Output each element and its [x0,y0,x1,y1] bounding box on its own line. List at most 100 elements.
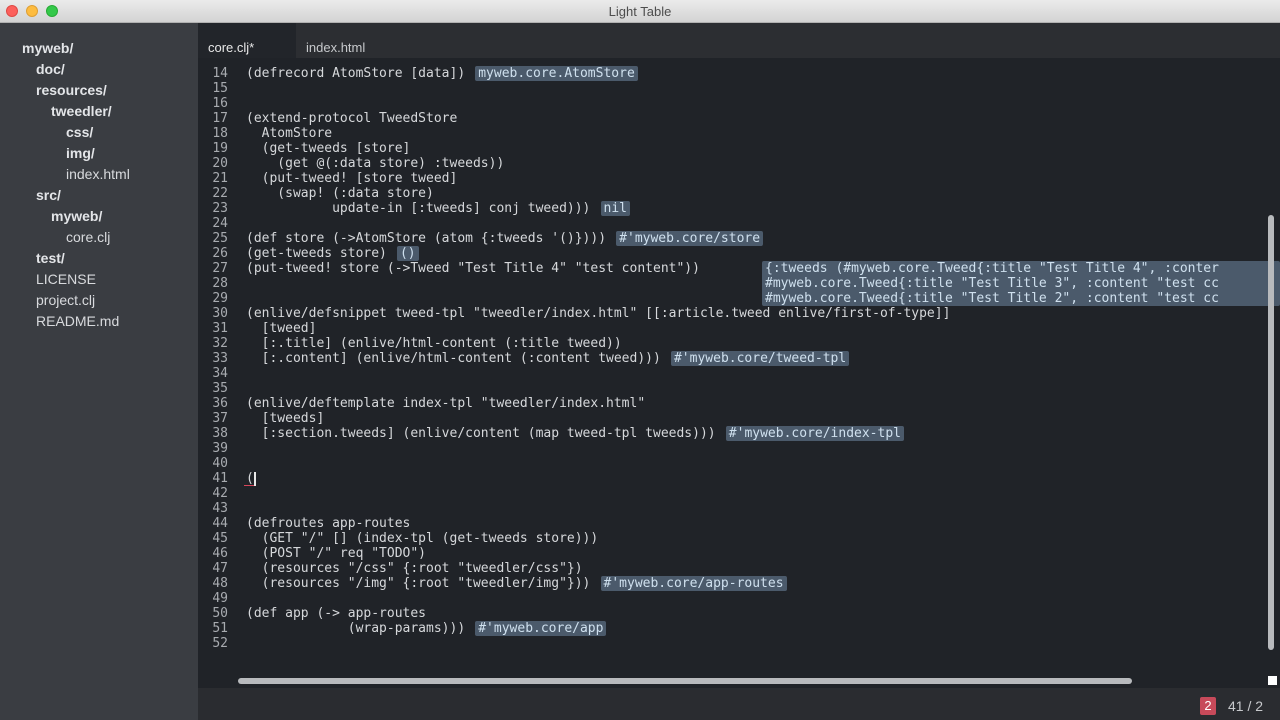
line-number: 29 [212,291,228,306]
tree-file-readme[interactable]: README.md [36,312,119,330]
line-number: 50 [212,606,228,621]
line-number: 30 [212,306,228,321]
line-number: 35 [212,381,228,396]
code-line[interactable]: (defroutes app-routes [246,516,410,531]
inline-eval-result[interactable]: {:tweeds (#myweb.core.Tweed{:title "Test… [762,261,1280,306]
line-number: 46 [212,546,228,561]
line-number: 19 [212,141,228,156]
tree-file-license[interactable]: LICENSE [36,270,96,288]
line-number: 40 [212,456,228,471]
code-line[interactable]: (enlive/defsnippet tweed-tpl "tweedler/i… [246,306,950,321]
cursor-position: 41 / 2 [1228,698,1264,714]
tree-file-core-clj[interactable]: core.clj [66,228,110,246]
code-line[interactable]: (GET "/" [] (index-tpl (get-tweeds store… [246,531,599,546]
line-number: 18 [212,126,228,141]
code-line[interactable]: (POST "/" req "TODO") [246,546,426,561]
line-number: 47 [212,561,228,576]
code-line[interactable]: (enlive/deftemplate index-tpl "tweedler/… [246,396,645,411]
line-number: 27 [212,261,228,276]
inline-eval-result[interactable]: #'myweb.core/app-routes [600,576,787,591]
line-number: 15 [212,81,228,96]
inline-eval-result[interactable]: #'myweb.core/app [475,621,607,636]
line-number: 28 [212,276,228,291]
tree-folder-myweb[interactable]: myweb/ [22,39,73,57]
syntax-error-underline [244,485,254,486]
tree-folder-test[interactable]: test/ [36,249,65,267]
line-number: 25 [212,231,228,246]
line-number: 33 [212,351,228,366]
line-number: 14 [212,66,228,81]
tree-folder-img[interactable]: img/ [66,144,95,162]
code-line[interactable]: (resources "/img" {:root "tweedler/img"}… [246,576,591,591]
code-line[interactable]: (put-tweed! store (->Tweed "Test Title 4… [246,261,700,276]
line-number: 48 [212,576,228,591]
code-line[interactable]: (get-tweeds [store] [246,141,411,156]
error-count-badge[interactable]: 2 [1200,697,1216,715]
code-line[interactable]: [:.title] (enlive/html-content (:title t… [246,336,622,351]
code-line[interactable]: update-in [:tweeds] conj tweed))) [246,201,590,216]
tab-bar: core.clj* index.html [198,23,1280,58]
code-line[interactable]: (get-tweeds store) [246,246,387,261]
inline-eval-result[interactable]: #'myweb.core/index-tpl [725,426,904,441]
line-number: 37 [212,411,228,426]
line-number: 52 [212,636,228,651]
line-number: 42 [212,486,228,501]
tab-index-html[interactable]: index.html [296,23,375,58]
line-number: 31 [212,321,228,336]
code-line[interactable]: (defrecord AtomStore [data]) [246,66,465,81]
line-number: 44 [212,516,228,531]
tree-folder-css[interactable]: css/ [66,123,93,141]
scrollbar-corner [1268,676,1277,685]
code-line[interactable]: (put-tweed! [store tweed] [246,171,458,186]
inline-eval-result[interactable]: nil [600,201,630,216]
inline-eval-result[interactable]: #'myweb.core/tweed-tpl [670,351,850,366]
code-line[interactable]: (resources "/css" {:root "tweedler/css"}… [246,561,583,576]
workspace-sidebar: myweb/ doc/ resources/ tweedler/ css/ im… [0,23,198,720]
code-line[interactable]: (def app (-> app-routes [246,606,426,621]
tree-folder-tweedler[interactable]: tweedler/ [51,102,112,120]
tree-file-project-clj[interactable]: project.clj [36,291,95,309]
line-number: 43 [212,501,228,516]
code-line[interactable]: (get @(:data store) :tweeds)) [246,156,504,171]
tree-folder-resources[interactable]: resources/ [36,81,107,99]
tree-file-index-html[interactable]: index.html [66,165,130,183]
code-line[interactable]: [tweeds] [246,411,325,426]
inline-eval-result[interactable]: () [396,246,419,261]
window-title: Light Table [608,4,672,19]
line-number: 36 [212,396,228,411]
code-line[interactable]: [tweed] [246,321,317,336]
tree-folder-src-myweb[interactable]: myweb/ [51,207,102,225]
code-line[interactable]: ( [246,471,254,486]
inline-eval-result[interactable]: #'myweb.core/store [616,231,764,246]
text-cursor [253,472,256,486]
title-bar: Light Table [0,0,1280,23]
code-editor[interactable]: 14 (defrecord AtomStore [data]) 15 16 17 (ext… [198,58,1280,688]
code-line[interactable]: (def store (->AtomStore (atom {:tweeds '… [246,231,606,246]
vertical-scrollbar[interactable] [1268,215,1274,650]
line-number: 24 [212,216,228,231]
code-line[interactable]: (wrap-params))) [246,621,465,636]
line-number: 26 [212,246,228,261]
code-line[interactable]: AtomStore [246,126,332,141]
horizontal-scrollbar[interactable] [238,678,1132,684]
line-number: 49 [212,591,228,606]
line-number: 39 [212,441,228,456]
code-line[interactable]: [:.content] (enlive/html-content (:conte… [246,351,661,366]
code-line[interactable]: (extend-protocol TweedStore [246,111,457,126]
code-line[interactable]: (swap! (:data store) [246,186,434,201]
tree-folder-doc[interactable]: doc/ [36,60,65,78]
tree-folder-src[interactable]: src/ [36,186,61,204]
line-number: 32 [212,336,228,351]
inline-eval-result[interactable]: myweb.core.AtomStore [475,66,638,81]
line-number: 20 [212,156,228,171]
code-line[interactable]: [:section.tweeds] (enlive/content (map t… [246,426,716,441]
status-bar [198,688,1280,720]
line-number: 45 [212,531,228,546]
line-number: 34 [212,366,228,381]
tab-core-clj[interactable]: core.clj* [198,23,296,58]
line-number: 16 [212,96,228,111]
line-number: 22 [212,186,228,201]
line-number: 21 [212,171,228,186]
line-number: 41 [212,471,228,486]
line-number: 23 [212,201,228,216]
